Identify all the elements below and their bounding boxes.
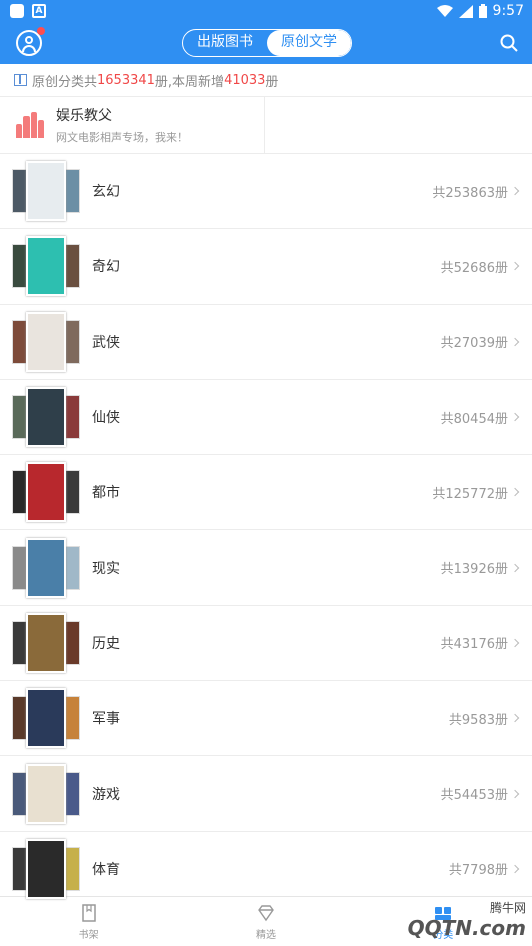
tab-bookshelf[interactable]: 书架 bbox=[0, 897, 177, 946]
category-list: 玄幻 共253863册 奇幻 共52686册 武侠 共27039册 仙侠 共80454册 都市共… bbox=[0, 154, 532, 907]
category-name: 武侠 bbox=[92, 334, 120, 351]
category-name: 历史 bbox=[92, 635, 120, 652]
wifi-icon bbox=[436, 4, 453, 17]
category-name: 奇幻 bbox=[92, 259, 120, 276]
book-covers bbox=[12, 161, 82, 222]
clock: 9:57 bbox=[492, 3, 524, 19]
tab-featured[interactable]: 精选 bbox=[177, 897, 354, 946]
stats-new: 41033 bbox=[224, 72, 266, 88]
book-cover bbox=[26, 161, 66, 222]
book-cover bbox=[26, 688, 66, 749]
book-covers bbox=[12, 387, 82, 448]
chevron-right-icon bbox=[510, 262, 520, 271]
book-cover bbox=[26, 311, 66, 372]
category-row[interactable]: 现实 共13926册 bbox=[0, 530, 532, 606]
user-avatar-icon[interactable] bbox=[16, 27, 45, 56]
source-switch: 出版图书 原创文学 bbox=[182, 29, 352, 57]
promo-card[interactable]: 娱乐教父 网文电影相声专场，我来！ bbox=[0, 97, 265, 153]
category-row[interactable]: 奇幻 共52686册 bbox=[0, 229, 532, 305]
book-cover bbox=[26, 387, 66, 448]
book-covers bbox=[12, 838, 82, 899]
diamond-icon bbox=[258, 905, 274, 922]
book-cover bbox=[26, 838, 66, 899]
book-covers bbox=[12, 612, 82, 673]
book-covers bbox=[12, 763, 82, 824]
chevron-right-icon bbox=[510, 412, 520, 422]
category-row[interactable]: 都市 共125772册 bbox=[0, 455, 532, 531]
stats-suffix: 册 bbox=[265, 74, 279, 90]
battery-icon bbox=[478, 4, 487, 18]
watermark: 腾牛网 QQTN.com bbox=[408, 899, 526, 940]
book-covers bbox=[12, 688, 82, 749]
chevron-right-icon bbox=[510, 864, 520, 874]
category-row[interactable]: 武侠 共27039册 bbox=[0, 305, 532, 380]
category-name: 军事 bbox=[92, 711, 120, 728]
stats-prefix: 原创分类共 bbox=[32, 74, 98, 90]
category-count: 共7798册 bbox=[448, 863, 508, 879]
category-count: 共125772册 bbox=[432, 486, 508, 502]
category-count: 共43176册 bbox=[440, 637, 508, 653]
bookshelf-icon bbox=[81, 904, 96, 922]
app-a-icon: A bbox=[32, 4, 46, 18]
signal-icon bbox=[458, 4, 473, 18]
book-cover bbox=[26, 236, 66, 297]
category-count: 共27039册 bbox=[440, 336, 508, 352]
category-count: 共253863册 bbox=[432, 185, 508, 201]
book-covers bbox=[12, 537, 82, 598]
promo-title: 娱乐教父 bbox=[56, 108, 112, 124]
status-bar: A 9:57 bbox=[0, 0, 532, 24]
stats-mid: 册,本周新增 bbox=[154, 74, 225, 90]
category-count: 共52686册 bbox=[440, 260, 508, 276]
category-row[interactable]: 军事 共9583册 bbox=[0, 681, 532, 757]
tab-label: 书架 bbox=[78, 930, 99, 941]
book-covers bbox=[12, 236, 82, 297]
book-cover bbox=[26, 763, 66, 824]
watermark-sub: 腾牛网 bbox=[489, 901, 526, 915]
chevron-right-icon bbox=[510, 488, 520, 497]
stats-total: 1653341 bbox=[97, 72, 155, 88]
promo-banner: 娱乐教父 网文电影相声专场，我来！ bbox=[0, 97, 532, 154]
category-count: 共9583册 bbox=[448, 712, 508, 728]
tab-original-literature[interactable]: 原创文学 bbox=[267, 30, 351, 56]
tab-published-books[interactable]: 出版图书 bbox=[183, 30, 267, 56]
book-cover bbox=[26, 612, 66, 673]
chevron-right-icon bbox=[510, 638, 520, 648]
category-name: 现实 bbox=[92, 560, 120, 577]
category-count: 共54453册 bbox=[440, 788, 508, 804]
chevron-right-icon bbox=[510, 186, 520, 196]
category-name: 玄幻 bbox=[92, 184, 120, 201]
notification-dot bbox=[37, 27, 45, 35]
category-row[interactable]: 仙侠 共80454册 bbox=[0, 380, 532, 456]
watermark-text: QQTN.com bbox=[407, 916, 526, 940]
category-count: 共80454册 bbox=[440, 411, 508, 427]
notification-icon bbox=[10, 4, 24, 18]
chevron-right-icon bbox=[510, 337, 520, 346]
book-covers bbox=[12, 462, 82, 523]
book-icon bbox=[14, 74, 27, 86]
chevron-right-icon bbox=[510, 563, 520, 572]
category-name: 都市 bbox=[92, 485, 120, 502]
search-icon[interactable] bbox=[500, 34, 518, 52]
promo-subtitle: 网文电影相声专场，我来！ bbox=[56, 131, 188, 144]
book-cover bbox=[26, 462, 66, 523]
stats-bar: 原创分类共 1653341 册,本周新增 41033 册 bbox=[0, 64, 532, 97]
book-covers bbox=[12, 311, 82, 372]
tab-label: 精选 bbox=[255, 930, 276, 941]
category-name: 游戏 bbox=[92, 786, 120, 803]
category-row[interactable]: 玄幻 共253863册 bbox=[0, 154, 532, 230]
city-icon bbox=[16, 112, 44, 138]
chevron-right-icon bbox=[510, 789, 520, 798]
category-count: 共13926册 bbox=[440, 562, 508, 578]
book-cover bbox=[26, 537, 66, 598]
top-nav: 出版图书 原创文学 bbox=[0, 24, 532, 64]
category-name: 仙侠 bbox=[92, 410, 120, 427]
category-row[interactable]: 游戏 共54453册 bbox=[0, 756, 532, 832]
chevron-right-icon bbox=[510, 713, 520, 723]
category-name: 体育 bbox=[92, 861, 120, 878]
category-row[interactable]: 历史 共43176册 bbox=[0, 606, 532, 682]
